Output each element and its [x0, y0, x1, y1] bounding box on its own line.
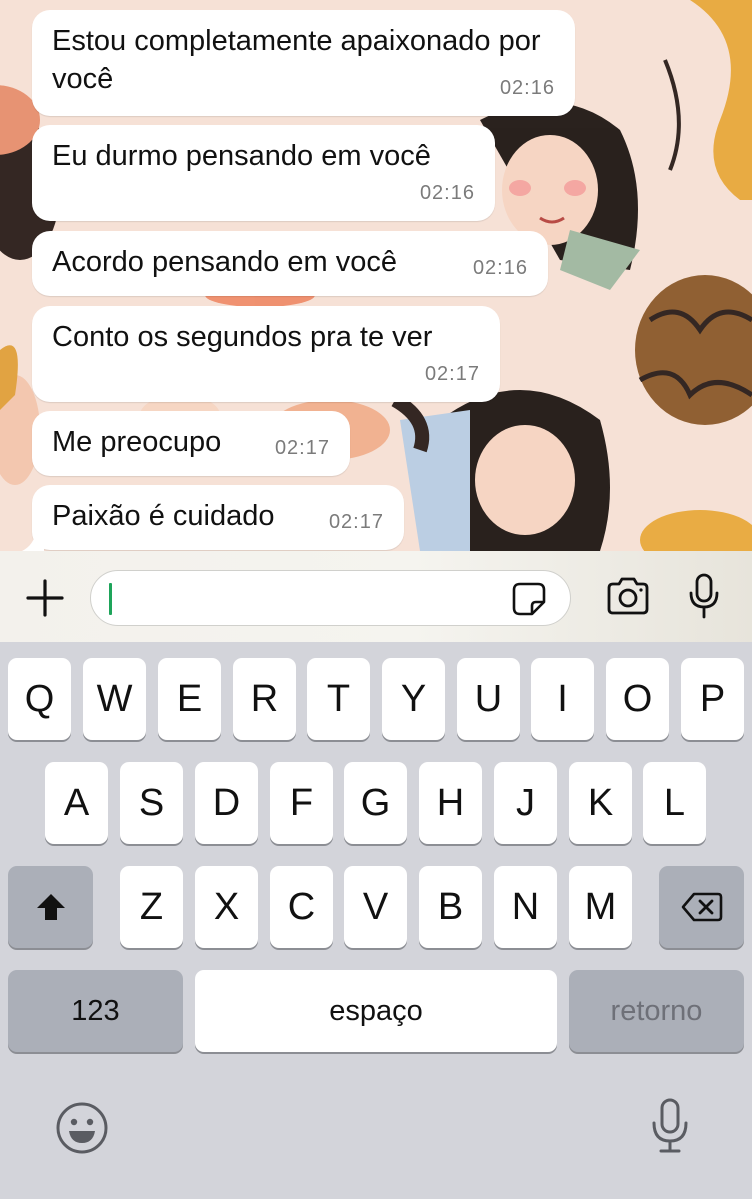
key-k[interactable]: K [569, 762, 632, 844]
message-time: 02:16 [472, 257, 528, 279]
key-o[interactable]: O [606, 658, 669, 740]
message-time: 02:16 [419, 182, 475, 204]
sticker-icon[interactable] [509, 579, 549, 619]
message-time: 02:17 [328, 511, 384, 533]
message-bubble[interactable]: Estou completamente apaixonado por você … [32, 10, 575, 116]
message-bubble[interactable]: Paixão é cuidado 02:17 [32, 485, 404, 550]
backspace-key[interactable] [659, 866, 744, 948]
key-c[interactable]: C [270, 866, 333, 948]
message-time: 02:16 [499, 77, 555, 99]
key-v[interactable]: V [344, 866, 407, 948]
message-text: Conto os segundos pra te ver [52, 321, 433, 353]
message-text: Estou completamente apaixonado por você [52, 25, 541, 95]
message-text: Eu durmo pensando em você [52, 140, 431, 172]
on-screen-keyboard: Q W E R T Y U I O P A S D F G H J K L Z … [0, 642, 752, 1199]
key-h[interactable]: H [419, 762, 482, 844]
chat-area[interactable]: Estou completamente apaixonado por você … [0, 0, 752, 551]
key-i[interactable]: I [531, 658, 594, 740]
key-p[interactable]: P [681, 658, 744, 740]
key-g[interactable]: G [344, 762, 407, 844]
key-q[interactable]: Q [8, 658, 71, 740]
key-y[interactable]: Y [382, 658, 445, 740]
key-b[interactable]: B [419, 866, 482, 948]
key-w[interactable]: W [83, 658, 146, 740]
key-f[interactable]: F [270, 762, 333, 844]
key-d[interactable]: D [195, 762, 258, 844]
key-r[interactable]: R [233, 658, 296, 740]
key-j[interactable]: J [494, 762, 557, 844]
key-l[interactable]: L [643, 762, 706, 844]
message-input[interactable] [90, 570, 571, 626]
message-bubble[interactable]: Acordo pensando em você 02:16 [32, 231, 548, 296]
key-m[interactable]: M [569, 866, 632, 948]
message-composer [0, 551, 752, 642]
shift-key[interactable] [8, 866, 93, 948]
key-t[interactable]: T [307, 658, 370, 740]
dictation-mic-icon[interactable] [640, 1094, 700, 1158]
message-text: Acordo pensando em você [52, 246, 397, 278]
message-time: 02:17 [424, 363, 480, 385]
emoji-icon[interactable] [52, 1098, 112, 1158]
shift-icon [36, 894, 65, 920]
key-u[interactable]: U [457, 658, 520, 740]
key-a[interactable]: A [45, 762, 108, 844]
key-n[interactable]: N [494, 866, 557, 948]
numbers-key[interactable]: 123 [8, 970, 183, 1052]
camera-icon[interactable] [603, 573, 653, 619]
return-key[interactable]: retorno [569, 970, 744, 1052]
backspace-icon [681, 892, 722, 922]
text-cursor [109, 583, 112, 615]
key-z[interactable]: Z [120, 866, 183, 948]
space-key[interactable]: espaço [195, 970, 557, 1052]
message-bubble[interactable]: Me preocupo 02:17 [32, 411, 350, 476]
bubble-tail [22, 531, 44, 551]
message-bubble[interactable]: Conto os segundos pra te ver 02:17 [32, 306, 500, 402]
key-e[interactable]: E [158, 658, 221, 740]
key-s[interactable]: S [120, 762, 183, 844]
key-x[interactable]: X [195, 866, 258, 948]
message-bubble[interactable]: Eu durmo pensando em você 02:16 [32, 125, 495, 221]
message-time: 02:17 [274, 437, 330, 459]
microphone-icon[interactable] [680, 571, 728, 621]
plus-icon[interactable] [20, 575, 70, 621]
